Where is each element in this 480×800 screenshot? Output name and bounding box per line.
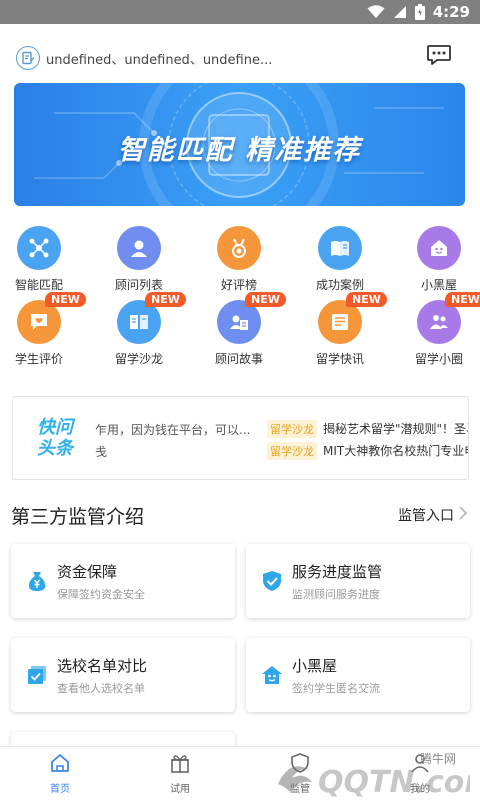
house-face-icon [260, 663, 284, 687]
match-icon [17, 226, 61, 270]
wifi-icon [367, 5, 385, 19]
money-bag-icon [25, 569, 49, 593]
card-title: 小黑屋 [292, 657, 338, 675]
chevron-right-icon [458, 505, 468, 525]
house-icon [417, 226, 461, 270]
nav-label: 试用 [170, 784, 190, 795]
ticker-headline: MIT大神教你名校热门专业申 [323, 444, 469, 458]
card-service-progress[interactable]: 服务进度监管 监测顾问服务进度 [246, 544, 470, 618]
person-icon [117, 226, 161, 270]
grid-label: 小黑屋 [420, 278, 457, 292]
section-link-label: 监管入口 [398, 508, 454, 524]
ticker-left-line-1[interactable]: 乍用，因为钱在平台，可以... [95, 421, 250, 438]
grid-label: 好评榜 [220, 278, 257, 292]
ticker-item[interactable]: 留学沙龙 揭秘艺术留学"潜规则"！圣马 [267, 420, 469, 438]
card-fund-protection[interactable]: 资金保障 保障签约资金安全 [11, 544, 235, 618]
new-badge: NEW [245, 292, 286, 307]
status-bar: 4:29 [0, 0, 480, 24]
list-check-icon [25, 663, 49, 687]
card-title: 选校名单对比 [57, 657, 148, 675]
grid-item-study-circle[interactable]: NEW 留学小圈 [391, 292, 480, 367]
card-blacklist[interactable]: 小黑屋 签约学生匿名交流 [246, 638, 470, 712]
grid-label: 顾问列表 [114, 278, 163, 292]
grid-item-study-salon[interactable]: NEW 留学沙龙 [91, 292, 187, 367]
shield-check-icon [260, 569, 284, 593]
card-title: 服务进度监管 [292, 563, 383, 581]
ticker-tag: 留学沙龙 [267, 442, 317, 460]
nav-trial[interactable]: 试用 [120, 747, 240, 800]
cellular-signal-icon [393, 5, 407, 19]
top-header: undefined、undefined、undefine... [0, 36, 480, 80]
qqtn-watermark: QQTN.com 腾牛网 [270, 748, 480, 800]
home-icon [49, 752, 71, 778]
watermark-logo-text: QQTN.com [318, 765, 470, 800]
banner-title: 智能匹配 精准推荐 [117, 135, 362, 166]
logo-line-2: 头条 [37, 438, 73, 459]
medal-icon [217, 226, 261, 270]
new-badge: NEW [346, 292, 387, 307]
grid-item-advisor-stories[interactable]: NEW 顾问故事 [191, 292, 287, 367]
new-badge: NEW [145, 292, 186, 307]
battery-icon [414, 4, 425, 20]
edit-note-icon[interactable] [16, 46, 40, 70]
grid-label: 留学快讯 [315, 352, 364, 366]
card-subtitle: 监测顾问服务进度 [292, 588, 380, 601]
grid-item-blacklist[interactable]: 小黑屋 [391, 226, 480, 293]
new-badge: NEW [45, 292, 86, 307]
supervision-entry-link[interactable]: 监管入口 [398, 505, 468, 525]
status-time: 4:29 [432, 3, 470, 21]
grid-label: 顾问故事 [214, 352, 263, 366]
card-school-list-compare[interactable]: 选校名单对比 查看他人选校名单 [11, 638, 235, 712]
book-icon [318, 226, 362, 270]
logo-line-1: 快问 [37, 417, 73, 438]
grid-label: 留学小圈 [414, 352, 463, 366]
headline-ticker[interactable]: 快问 头条 乍用，因为钱在平台，可以... 戋 留学沙龙 揭秘艺术留学"潜规则"！… [12, 396, 469, 480]
nav-home[interactable]: 首页 [0, 747, 120, 800]
grid-label: 留学沙龙 [114, 352, 163, 366]
ticker-left-line-2[interactable]: 戋 [95, 443, 107, 460]
grid-item-study-news[interactable]: NEW 留学快讯 [292, 292, 388, 367]
grid-item-student-reviews[interactable]: NEW 学生评价 [0, 292, 87, 367]
card-subtitle: 保障签约资金安全 [57, 588, 145, 601]
grid-item-advisor-list[interactable]: 顾问列表 [91, 226, 187, 293]
grid-item-smart-match[interactable]: 智能匹配 [0, 226, 87, 293]
header-message-text[interactable]: undefined、undefined、undefine... [46, 49, 272, 68]
kuaiwen-logo: 快问 头条 [37, 417, 73, 459]
gift-icon [169, 752, 191, 778]
ticker-item[interactable]: 留学沙龙 MIT大神教你名校热门专业申 [267, 442, 469, 460]
ticker-headline: 揭秘艺术留学"潜规则"！圣马 [323, 422, 469, 436]
ticker-tag: 留学沙龙 [267, 420, 317, 438]
grid-item-success-cases[interactable]: 成功案例 [292, 226, 388, 293]
grid-label: 学生评价 [14, 352, 63, 366]
grid-item-top-rated[interactable]: 好评榜 [191, 226, 287, 293]
grid-label: 智能匹配 [14, 278, 63, 292]
card-subtitle: 签约学生匿名交流 [292, 682, 380, 695]
card-title: 资金保障 [57, 563, 118, 581]
card-subtitle: 查看他人选校名单 [57, 682, 145, 695]
new-badge: NEW [445, 292, 480, 307]
message-icon[interactable] [426, 44, 452, 66]
watermark-site: 腾牛网 [420, 752, 457, 766]
section-title: 第三方监管介绍 [11, 506, 145, 528]
promo-banner[interactable]: 智能匹配 精准推荐 [14, 83, 465, 206]
nav-label: 首页 [50, 784, 70, 795]
grid-label: 成功案例 [315, 278, 364, 292]
